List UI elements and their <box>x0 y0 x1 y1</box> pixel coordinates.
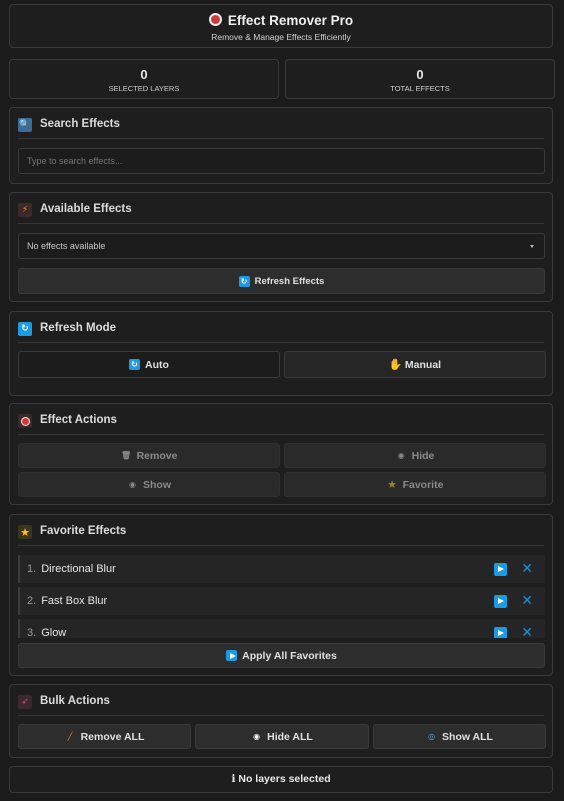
refresh-mode-panel: ↻ Refresh Mode ↻ Auto ✋ Manual <box>9 311 553 396</box>
search-title: Search Effects <box>40 118 120 130</box>
favorite-effects-panel: ★ Favorite Effects 1. Directional Blur ✕… <box>9 514 553 676</box>
effect-actions-title: Effect Actions <box>40 414 117 426</box>
available-title: Available Effects <box>40 203 132 215</box>
hide-all-label: Hide ALL <box>267 730 313 743</box>
status-text: No layers selected <box>238 773 331 785</box>
bulk-actions-header: ➶ Bulk Actions <box>18 695 544 716</box>
eye-icon: ◉ <box>129 480 136 489</box>
remove-favorite-icon[interactable]: ✕ <box>521 561 533 577</box>
broom-icon: ╱ <box>67 732 73 741</box>
refresh-mode-title: Refresh Mode <box>40 322 117 334</box>
show-all-label: Show ALL <box>442 730 493 743</box>
remove-favorite-icon[interactable]: ✕ <box>521 625 533 638</box>
total-effects-label: TOTAL EFFECTS <box>390 84 450 93</box>
effects-dropdown-value: No effects available <box>27 241 106 251</box>
hide-label: Hide <box>411 449 435 462</box>
target-icon <box>18 414 32 428</box>
show-label: Show <box>143 478 171 491</box>
favorite-number: 1. <box>27 563 37 575</box>
favorite-name: Directional Blur <box>41 563 116 575</box>
search-panel: 🔍 Search Effects <box>9 107 553 184</box>
favorites-list[interactable]: 1. Directional Blur ✕ 2. Fast Box Blur ✕… <box>10 515 552 638</box>
ghost-icon: ◉ <box>253 732 261 741</box>
hide-button[interactable]: ◉ Hide <box>284 443 546 468</box>
total-effects-value: 0 <box>416 67 424 82</box>
chevron-down-icon <box>530 245 534 248</box>
remove-all-label: Remove ALL <box>80 730 145 743</box>
selected-layers-card: 0 SELECTED LAYERS <box>9 59 279 99</box>
auto-label: Auto <box>145 358 169 371</box>
effect-actions-header: Effect Actions <box>18 414 544 435</box>
status-bar: ℹ No layers selected <box>9 766 553 793</box>
refresh-icon: ↻ <box>238 275 250 287</box>
show-all-button[interactable]: ◎ Show ALL <box>373 724 546 749</box>
effects-dropdown[interactable]: No effects available <box>18 233 545 259</box>
refresh-effects-button[interactable]: ↻ Refresh Effects <box>18 268 545 294</box>
selected-layers-value: 0 <box>140 67 148 82</box>
favorite-name: Fast Box Blur <box>41 595 108 607</box>
favorite-button[interactable]: ★ Favorite <box>284 472 546 497</box>
available-header: ⚡ Available Effects <box>18 203 544 224</box>
target-icon <box>208 13 222 26</box>
selected-layers-label: SELECTED LAYERS <box>108 84 180 93</box>
favorite-item: 2. Fast Box Blur ✕ <box>18 587 545 615</box>
ghost-icon: ◉ <box>397 451 405 460</box>
show-button[interactable]: ◉ Show <box>18 472 280 497</box>
star-icon: ★ <box>387 478 397 491</box>
total-effects-card: 0 TOTAL EFFECTS <box>285 59 555 99</box>
bulk-actions-panel: ➶ Bulk Actions ╱ Remove ALL ◉ Hide ALL ◎… <box>9 684 553 758</box>
favorite-number: 3. <box>27 627 37 638</box>
lightning-icon: ⚡ <box>18 203 32 217</box>
apply-favorite-icon[interactable] <box>494 626 507 638</box>
app-subtitle: Remove & Manage Effects Efficiently <box>211 32 351 42</box>
info-icon: ℹ <box>231 773 236 785</box>
manual-mode-button[interactable]: ✋ Manual <box>284 351 546 378</box>
apply-favorite-icon[interactable] <box>494 594 507 608</box>
apply-favorite-icon[interactable] <box>494 562 507 576</box>
hide-all-button[interactable]: ◉ Hide ALL <box>195 724 369 749</box>
search-input[interactable] <box>18 148 545 174</box>
refresh-effects-label: Refresh Effects <box>254 275 325 287</box>
favorite-item: 1. Directional Blur ✕ <box>18 555 545 583</box>
effect-actions-panel: Effect Actions 🗑 Remove ◉ Hide ◉ Show ★ … <box>9 403 553 505</box>
app-title: Effect Remover Pro <box>227 13 354 28</box>
remove-favorite-icon[interactable]: ✕ <box>521 593 533 609</box>
rocket-icon: ➶ <box>18 695 32 709</box>
favorite-item: 3. Glow ✕ <box>18 619 545 638</box>
auto-mode-button[interactable]: ↻ Auto <box>18 351 280 378</box>
refresh-icon: ↻ <box>18 322 32 336</box>
available-effects-panel: ⚡ Available Effects No effects available… <box>9 192 553 302</box>
header-panel: Effect Remover Pro Remove & Manage Effec… <box>9 4 553 48</box>
hand-icon: ✋ <box>388 358 403 371</box>
refresh-icon: ↻ <box>129 359 141 370</box>
refresh-mode-header: ↻ Refresh Mode <box>18 322 544 343</box>
trash-icon: 🗑 <box>120 451 132 460</box>
remove-label: Remove <box>136 449 178 462</box>
play-icon <box>226 650 238 661</box>
apply-all-label: Apply All Favorites <box>242 649 337 662</box>
remove-all-button[interactable]: ╱ Remove ALL <box>18 724 191 749</box>
search-header: 🔍 Search Effects <box>18 118 544 139</box>
favorite-number: 2. <box>27 595 37 607</box>
magnifier-icon: ◎ <box>428 732 436 741</box>
favorite-name: Glow <box>41 627 67 638</box>
manual-label: Manual <box>404 358 442 371</box>
favorite-label: Favorite <box>402 478 444 491</box>
remove-button[interactable]: 🗑 Remove <box>18 443 280 468</box>
bulk-actions-title: Bulk Actions <box>40 695 110 707</box>
apply-all-favorites-button[interactable]: Apply All Favorites <box>18 643 545 668</box>
magnifier-icon: 🔍 <box>18 118 32 132</box>
